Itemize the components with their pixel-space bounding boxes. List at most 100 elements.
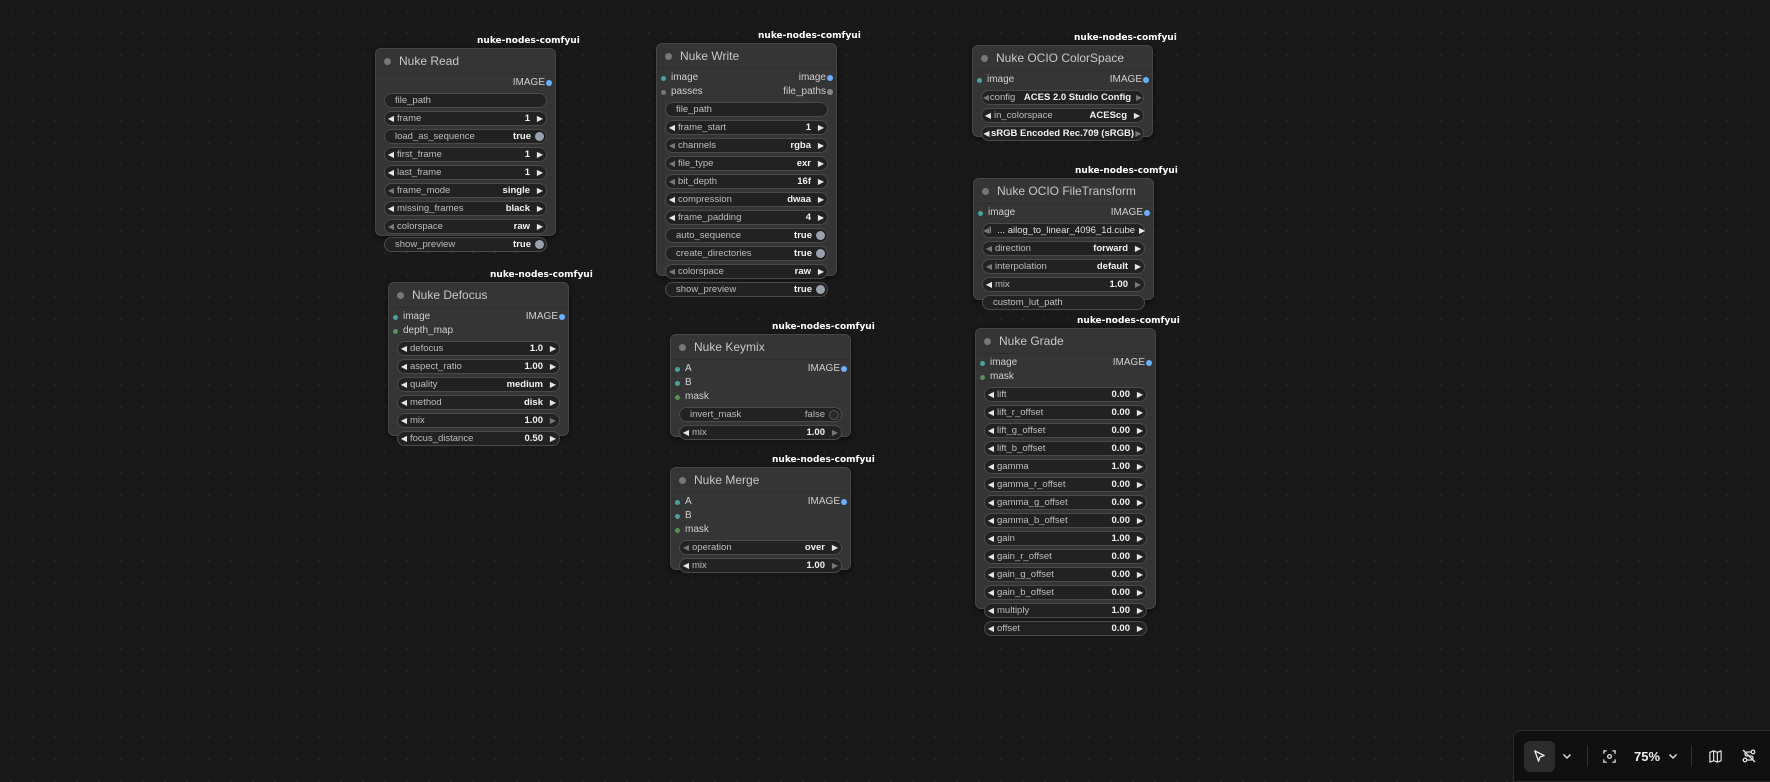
grade-param-slider[interactable]: ◀ gamma_r_offset 0.00 ▶ [984,477,1147,492]
show-preview-toggle[interactable]: show_preview true [384,237,547,252]
colorspace-combo[interactable]: ◀ colorspace raw ▶ [665,264,828,279]
increment-arrow-icon[interactable]: ▶ [547,398,559,407]
output-slot[interactable] [827,75,833,81]
decrement-arrow-icon[interactable]: ◀ [385,222,397,231]
input-slot[interactable] [980,375,985,380]
decrement-arrow-icon[interactable]: ◀ [680,561,692,570]
grade-param-slider[interactable]: ◀ multiply 1.00 ▶ [984,603,1147,618]
mix-slider[interactable]: ◀ mix 1.00 ▶ [679,558,842,573]
config-combo[interactable]: ◀ config ACES 2.0 Studio Config ▶ [981,90,1144,105]
output-slot[interactable] [1144,210,1150,216]
node-collapse-dot[interactable] [665,52,672,60]
decrement-arrow-icon[interactable]: ◀ [666,267,678,276]
grade-param-slider[interactable]: ◀ gain 1.00 ▶ [984,531,1147,546]
auto-sequence-toggle[interactable]: auto_sequence true [665,228,828,243]
decrement-arrow-icon[interactable]: ◀ [385,204,397,213]
grade-param-slider[interactable]: ◀ gamma 1.00 ▶ [984,459,1147,474]
decrement-arrow-icon[interactable]: ◀ [398,416,410,425]
node-nuke-write[interactable]: Nuke Write image image passes file_paths f… [656,43,837,297]
increment-arrow-icon[interactable]: ▶ [547,380,559,389]
input-slot[interactable] [675,395,680,400]
decrement-arrow-icon[interactable]: ◀ [398,344,410,353]
output-slot[interactable] [827,89,833,95]
decrement-arrow-icon[interactable]: ◀ [982,129,991,138]
show-preview-toggle[interactable]: show_preview true [665,282,828,297]
increment-arrow-icon[interactable]: ▶ [815,267,827,276]
increment-arrow-icon[interactable]: ▶ [815,195,827,204]
decrement-arrow-icon[interactable]: ◀ [985,534,997,543]
toggle-knob-icon[interactable] [816,249,825,258]
increment-arrow-icon[interactable]: ▶ [1134,624,1146,633]
node-nuke-grade[interactable]: Nuke Grade image IMAGE mask ◀ lift 0.00 ▶ ◀ l… [975,328,1156,636]
channels-combo[interactable]: ◀ channels rgba ▶ [665,138,828,153]
minimap-button[interactable] [1702,741,1728,772]
grade-param-slider[interactable]: ◀ gain_r_offset 0.00 ▶ [984,549,1147,564]
link-visibility-button[interactable] [1736,741,1762,772]
decrement-arrow-icon[interactable]: ◀ [985,570,997,579]
increment-arrow-icon[interactable]: ▶ [829,428,841,437]
output-slot[interactable] [1146,360,1152,366]
select-tool-button[interactable] [1524,740,1555,772]
input-slot[interactable] [675,367,680,372]
input-slot[interactable] [661,76,666,81]
missing-frames-combo[interactable]: ◀ missing_frames black ▶ [384,201,547,216]
decrement-arrow-icon[interactable]: ◀ [680,428,692,437]
decrement-arrow-icon[interactable]: ◀ [985,444,997,453]
file-path-input[interactable]: file_path [665,102,828,117]
grade-param-slider[interactable]: ◀ gain_b_offset 0.00 ▶ [984,585,1147,600]
increment-arrow-icon[interactable]: ▶ [1134,462,1146,471]
decrement-arrow-icon[interactable]: ◀ [985,426,997,435]
decrement-arrow-icon[interactable]: ◀ [982,111,994,120]
increment-arrow-icon[interactable]: ▶ [534,204,546,213]
input-slot[interactable] [393,329,398,334]
decrement-arrow-icon[interactable]: ◀ [385,186,397,195]
in-colorspace-combo[interactable]: ◀ in_colorspace ACEScg ▶ [981,108,1144,123]
node-nuke-keymix[interactable]: Nuke Keymix A IMAGE B mask invert_mask fal… [670,334,851,440]
increment-arrow-icon[interactable]: ▶ [1134,129,1143,138]
decrement-arrow-icon[interactable]: ◀ [666,159,678,168]
file-path-input[interactable]: file_path [384,93,547,108]
decrement-arrow-icon[interactable]: ◀ [985,390,997,399]
increment-arrow-icon[interactable]: ▶ [1139,226,1145,235]
compression-combo[interactable]: ◀ compression dwaa ▶ [665,192,828,207]
frame-mode-combo[interactable]: ◀ frame_mode single ▶ [384,183,547,198]
decrement-arrow-icon[interactable]: ◀ [983,262,995,271]
increment-arrow-icon[interactable]: ▶ [534,150,546,159]
node-collapse-dot[interactable] [982,187,989,195]
toggle-knob-icon[interactable] [816,285,825,294]
mix-slider[interactable]: ◀ mix 1.00 ▶ [397,413,560,428]
increment-arrow-icon[interactable]: ▶ [815,159,827,168]
decrement-arrow-icon[interactable]: ◀ [666,177,678,186]
decrement-arrow-icon[interactable]: ◀ [385,114,397,123]
node-nuke-defocus[interactable]: Nuke Defocus image IMAGE depth_map ◀ defoc… [388,282,569,446]
decrement-arrow-icon[interactable]: ◀ [666,123,678,132]
mix-slider[interactable]: ◀ mix 1.00 ▶ [982,277,1145,292]
toggle-knob-icon[interactable] [829,409,839,420]
increment-arrow-icon[interactable]: ▶ [547,416,559,425]
decrement-arrow-icon[interactable]: ◀ [666,213,678,222]
input-slot[interactable] [980,361,985,366]
decrement-arrow-icon[interactable]: ◀ [985,462,997,471]
node-collapse-dot[interactable] [679,476,686,484]
direction-combo[interactable]: ◀ direction forward ▶ [982,241,1145,256]
decrement-arrow-icon[interactable]: ◀ [398,380,410,389]
frame-stepper[interactable]: ◀ frame 1 ▶ [384,111,547,126]
method-combo[interactable]: ◀ method disk ▶ [397,395,560,410]
node-collapse-dot[interactable] [384,57,391,65]
decrement-arrow-icon[interactable]: ◀ [985,480,997,489]
quality-combo[interactable]: ◀ quality medium ▶ [397,377,560,392]
decrement-arrow-icon[interactable]: ◀ [398,434,410,443]
increment-arrow-icon[interactable]: ▶ [534,186,546,195]
fit-view-button[interactable] [1596,741,1622,772]
increment-arrow-icon[interactable]: ▶ [1135,93,1143,102]
increment-arrow-icon[interactable]: ▶ [815,213,827,222]
increment-arrow-icon[interactable]: ▶ [534,222,546,231]
node-header[interactable]: Nuke Read [376,49,555,74]
node-collapse-dot[interactable] [679,343,686,351]
node-nuke-read[interactable]: Nuke Read IMAGE file_path ◀ frame 1 ▶ load_… [375,48,556,252]
node-header[interactable]: Nuke OCIO FileTransform [974,179,1153,204]
increment-arrow-icon[interactable]: ▶ [547,434,559,443]
node-collapse-dot[interactable] [397,291,404,299]
decrement-arrow-icon[interactable]: ◀ [983,280,995,289]
grade-param-slider[interactable]: ◀ gamma_g_offset 0.00 ▶ [984,495,1147,510]
